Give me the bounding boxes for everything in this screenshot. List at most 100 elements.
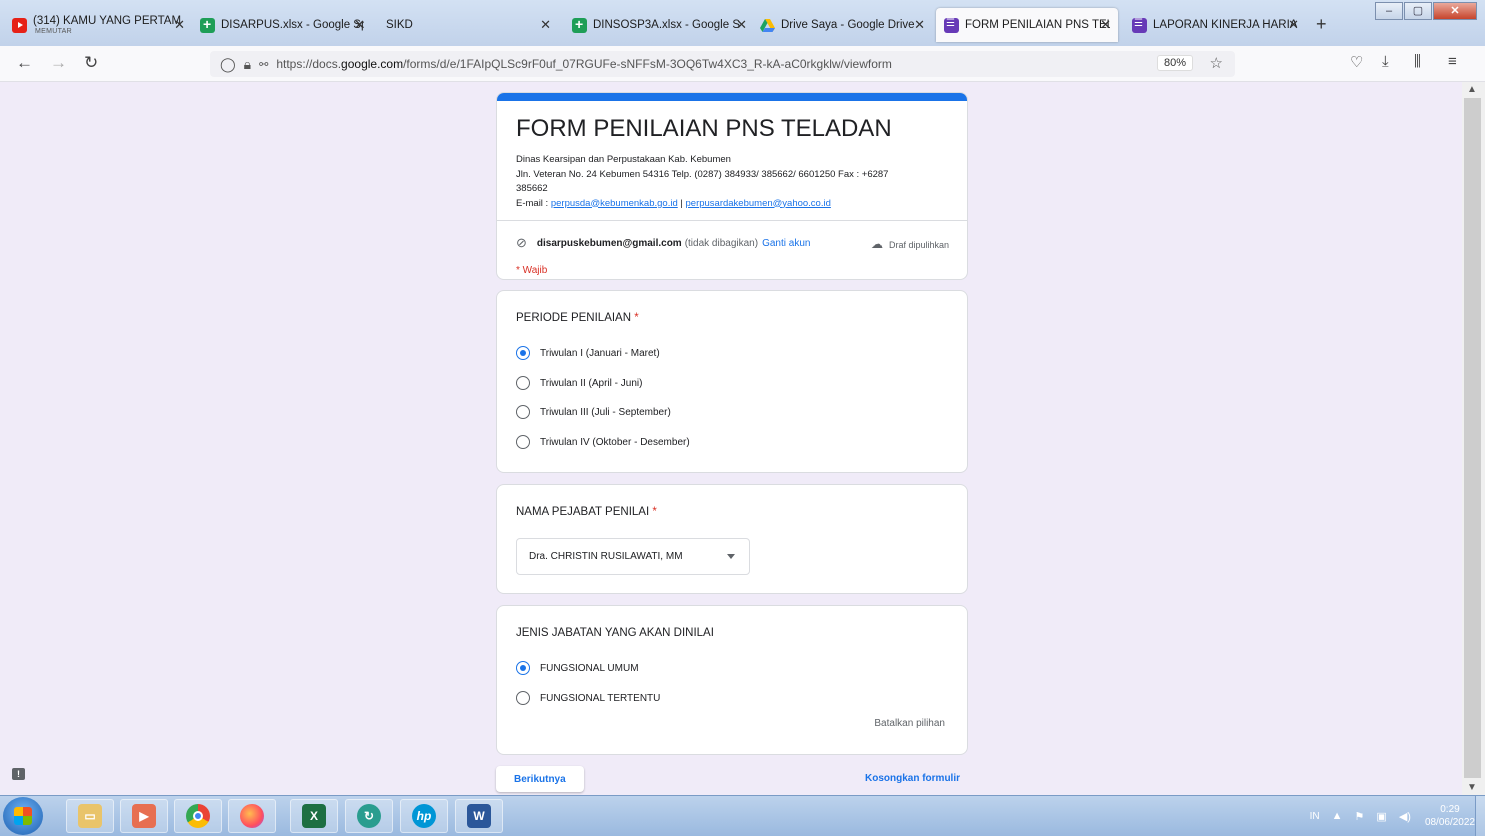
email-link-2[interactable]: perpusardakebumen@yahoo.co.id — [686, 198, 831, 209]
eye-off-icon: ⊘ — [516, 235, 527, 250]
scroll-up-icon[interactable]: ▲ — [1467, 84, 1477, 95]
close-icon[interactable]: ✕ — [1100, 17, 1111, 33]
radio-option[interactable]: Triwulan II (April - Juni) — [516, 376, 642, 390]
start-button[interactable] — [3, 797, 43, 835]
tab-form-penilaian[interactable]: FORM PENILAIAN PNS TEL ✕ — [936, 8, 1118, 42]
cloud-icon: ☁ — [870, 237, 883, 251]
tab-label: (314) KAMU YANG PERTAM — [33, 15, 182, 27]
radio-selected[interactable] — [516, 346, 530, 360]
window-close-button[interactable]: ✕ — [1433, 2, 1477, 20]
new-tab-button[interactable]: + — [1316, 14, 1327, 35]
option-label: Triwulan III (Juli - September) — [540, 406, 671, 418]
tab-strip: (314) KAMU YANG PERTAM MEMUTAR ✕ DISARPU… — [0, 0, 1485, 46]
drive-icon — [760, 18, 775, 33]
minimize-button[interactable]: – — [1375, 2, 1403, 20]
switch-account-link[interactable]: Ganti akun — [762, 238, 810, 249]
taskbar-app[interactable]: ↻ — [345, 799, 393, 833]
tab-youtube[interactable]: (314) KAMU YANG PERTAM MEMUTAR ✕ — [4, 8, 192, 42]
sheets-icon — [572, 16, 587, 33]
desc-line: Dinas Kearsipan dan Perpustakaan Kab. Ke… — [516, 154, 731, 165]
tab-laporan-kinerja[interactable]: LAPORAN KINERJA HARIA ✕ — [1124, 8, 1306, 42]
word-icon: W — [467, 804, 491, 828]
chevron-down-icon — [727, 554, 735, 559]
taskbar-media[interactable]: ▶ — [120, 799, 168, 833]
close-icon[interactable]: ✕ — [736, 17, 747, 33]
radio-option[interactable]: Triwulan III (Juli - September) — [516, 405, 671, 419]
taskbar-hp[interactable]: hp — [400, 799, 448, 833]
close-icon[interactable]: ✕ — [354, 17, 365, 33]
taskbar-explorer[interactable]: ▭ — [66, 799, 114, 833]
clear-form-button[interactable]: Kosongkan formulir — [865, 773, 960, 784]
download-icon[interactable]: ⤓ — [1382, 53, 1389, 70]
bookmark-star-icon[interactable]: ☆ — [1210, 54, 1223, 72]
hp-icon: hp — [412, 804, 436, 828]
feedback-icon[interactable]: ! — [12, 768, 25, 780]
required-note: * Wajib — [516, 265, 548, 276]
pejabat-dropdown[interactable]: Dra. CHRISTIN RUSILAWATI, MM — [516, 538, 750, 575]
form-description: Dinas Kearsipan dan Perpustakaan Kab. Ke… — [516, 153, 956, 211]
radio-unselected[interactable] — [516, 376, 530, 390]
close-icon[interactable]: ✕ — [540, 17, 551, 33]
window-controls: – ▢ ✕ — [1374, 2, 1477, 20]
maximize-button[interactable]: ▢ — [1404, 2, 1432, 20]
radio-unselected[interactable] — [516, 435, 530, 449]
radio-option[interactable]: Triwulan I (Januari - Maret) — [516, 346, 660, 360]
back-button[interactable]: ← — [16, 53, 33, 73]
option-label: Triwulan IV (Oktober - Desember) — [540, 436, 690, 448]
close-icon[interactable]: ✕ — [174, 17, 185, 33]
clock[interactable]: 0:29 08/06/2022 — [1425, 803, 1475, 829]
tray-expand-icon[interactable]: ▲ — [1332, 810, 1343, 822]
forms-icon — [944, 17, 959, 33]
shield-icon[interactable]: ◯ — [220, 56, 236, 73]
flag-icon[interactable]: ⚑ — [1355, 810, 1365, 823]
show-desktop-button[interactable] — [1475, 796, 1485, 836]
scrollbar-thumb[interactable] — [1464, 98, 1481, 778]
clear-selection-button[interactable]: Batalkan pilihan — [874, 718, 945, 729]
zoom-level[interactable]: 80% — [1156, 55, 1193, 71]
question-title: PERIODE PENILAIAN * — [516, 312, 639, 324]
form-title: FORM PENILAIAN PNS TELADAN — [516, 115, 892, 142]
language-indicator[interactable]: IN — [1310, 811, 1320, 822]
taskbar-excel[interactable]: X — [290, 799, 338, 833]
tab-dinsosp3a[interactable]: DINSOSP3A.xlsx - Google S ✕ — [564, 8, 754, 42]
close-icon[interactable]: ✕ — [914, 17, 925, 33]
clock-time: 0:29 — [1440, 804, 1460, 815]
radio-selected[interactable] — [516, 661, 530, 675]
permissions-icon[interactable]: ⚯ — [259, 58, 268, 71]
network-icon[interactable]: ▣ — [1376, 810, 1386, 823]
pocket-icon[interactable]: ♡ — [1350, 53, 1363, 71]
library-icon[interactable]: ⫼ — [1414, 53, 1421, 70]
menu-icon[interactable]: ≡ — [1448, 53, 1457, 70]
question-jabatan-card: JENIS JABATAN YANG AKAN DINILAI FUNGSION… — [496, 605, 968, 755]
tab-sikd[interactable]: SIKD ✕ — [378, 8, 558, 42]
volume-icon[interactable]: ◀) — [1399, 810, 1411, 823]
radio-option[interactable]: FUNGSIONAL TERTENTU — [516, 691, 660, 705]
url-text[interactable]: https://docs.google.com/forms/d/e/1FAIpQ… — [276, 57, 892, 71]
reload-button[interactable]: ↻ — [84, 53, 98, 73]
radio-option[interactable]: Triwulan IV (Oktober - Desember) — [516, 435, 690, 449]
tab-label: FORM PENILAIAN PNS TEL — [965, 19, 1110, 31]
excel-icon: X — [302, 804, 326, 828]
radio-unselected[interactable] — [516, 405, 530, 419]
radio-unselected[interactable] — [516, 691, 530, 705]
radio-option[interactable]: FUNGSIONAL UMUM — [516, 661, 639, 675]
form-page: FORM PENILAIAN PNS TELADAN Dinas Kearsip… — [0, 82, 1462, 795]
scroll-down-icon[interactable]: ▼ — [1467, 782, 1477, 793]
tab-sublabel: MEMUTAR — [35, 28, 72, 35]
tab-label: DISARPUS.xlsx - Google Spr — [221, 19, 364, 31]
account-info: ⊘ disarpuskebumen@gmail.com (tidak dibag… — [516, 235, 810, 251]
taskbar-firefox[interactable] — [228, 799, 276, 833]
next-button[interactable]: Berikutnya — [496, 766, 584, 792]
lock-icon[interactable]: 🔒︎ — [244, 56, 251, 73]
tab-disarpus[interactable]: DISARPUS.xlsx - Google Spr ✕ — [192, 8, 372, 42]
taskbar-word[interactable]: W — [455, 799, 503, 833]
email-link-1[interactable]: perpusda@kebumenkab.go.id — [551, 198, 678, 209]
option-label: FUNGSIONAL UMUM — [540, 662, 639, 674]
address-bar[interactable]: ◯ 🔒︎ ⚯ https://docs.google.com/forms/d/e… — [210, 51, 1235, 77]
taskbar-chrome[interactable] — [174, 799, 222, 833]
page-scrollbar[interactable]: ▲ ▼ — [1462, 82, 1485, 795]
tab-drive[interactable]: Drive Saya - Google Drive ✕ — [752, 8, 932, 42]
close-icon[interactable]: ✕ — [1288, 17, 1299, 33]
media-player-icon: ▶ — [132, 804, 156, 828]
forward-button[interactable]: → — [50, 53, 67, 73]
